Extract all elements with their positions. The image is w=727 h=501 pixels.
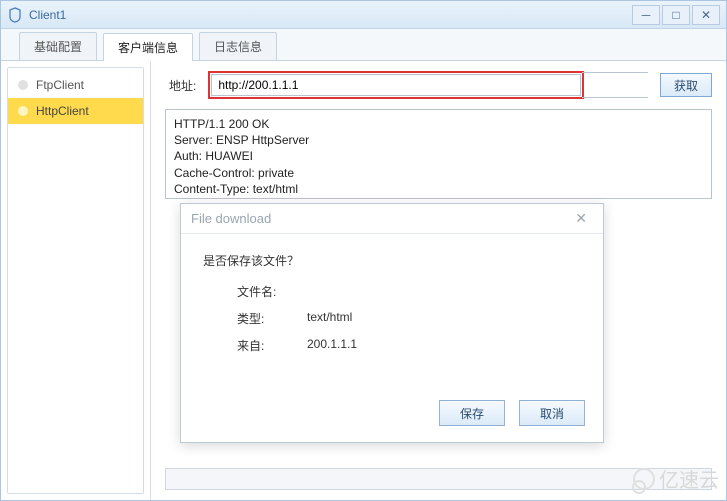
response-line: Auth: HUAWEI bbox=[174, 148, 703, 164]
cancel-button[interactable]: 取消 bbox=[519, 400, 585, 426]
dialog-title: File download bbox=[191, 211, 271, 226]
dialog-button-row: 保存 取消 bbox=[181, 400, 603, 442]
tab-basic-config[interactable]: 基础配置 bbox=[19, 32, 97, 60]
filename-label: 文件名: bbox=[237, 283, 307, 300]
minimize-button[interactable]: ─ bbox=[632, 5, 660, 25]
dialog-row-filename: 文件名: bbox=[203, 283, 581, 300]
http-response-box: HTTP/1.1 200 OK Server: ENSP HttpServer … bbox=[165, 109, 712, 199]
from-value: 200.1.1.1 bbox=[307, 337, 357, 354]
sidebar: FtpClient HttpClient bbox=[1, 61, 151, 500]
address-row: 地址: 获取 bbox=[165, 71, 712, 99]
dialog-question: 是否保存该文件？ bbox=[203, 252, 581, 269]
sidebar-item-ftpclient[interactable]: FtpClient bbox=[8, 72, 143, 98]
dialog-close-icon[interactable]: ✕ bbox=[569, 208, 593, 229]
titlebar: Client1 ─ □ ✕ bbox=[1, 1, 726, 29]
close-button[interactable]: ✕ bbox=[692, 5, 720, 25]
address-highlight bbox=[208, 71, 584, 99]
response-line: HTTP/1.1 200 OK bbox=[174, 116, 703, 132]
window-title: Client1 bbox=[29, 8, 630, 22]
response-line: Content-Type: text/html bbox=[174, 181, 703, 197]
maximize-button[interactable]: □ bbox=[662, 5, 690, 25]
from-label: 来自: bbox=[237, 337, 307, 354]
response-line: Content-Length: 179 bbox=[174, 197, 703, 199]
sidebar-item-label: FtpClient bbox=[36, 78, 84, 92]
response-line: Cache-Control: private bbox=[174, 165, 703, 181]
type-label: 类型: bbox=[237, 310, 307, 327]
address-label: 地址: bbox=[165, 77, 196, 94]
dialog-body: 是否保存该文件？ 文件名: 类型: text/html 来自: 200.1.1.… bbox=[181, 234, 603, 400]
dialog-row-type: 类型: text/html bbox=[203, 310, 581, 327]
sidebar-item-httpclient[interactable]: HttpClient bbox=[8, 98, 143, 124]
tab-log-info[interactable]: 日志信息 bbox=[199, 32, 277, 60]
sidebar-box: FtpClient HttpClient bbox=[7, 67, 144, 494]
status-bar bbox=[165, 468, 712, 490]
app-icon bbox=[7, 7, 23, 23]
url-input[interactable] bbox=[211, 74, 581, 96]
tab-client-info[interactable]: 客户端信息 bbox=[103, 33, 193, 61]
tabs-bar: 基础配置 客户端信息 日志信息 bbox=[1, 29, 726, 61]
type-value: text/html bbox=[307, 310, 352, 327]
app-window: Client1 ─ □ ✕ 基础配置 客户端信息 日志信息 FtpClient … bbox=[0, 0, 727, 501]
save-button[interactable]: 保存 bbox=[439, 400, 505, 426]
dialog-row-from: 来自: 200.1.1.1 bbox=[203, 337, 581, 354]
sidebar-item-label: HttpClient bbox=[36, 104, 89, 118]
status-dot-icon bbox=[18, 106, 28, 116]
response-line: Server: ENSP HttpServer bbox=[174, 132, 703, 148]
dialog-titlebar: File download ✕ bbox=[181, 204, 603, 234]
status-dot-icon bbox=[18, 80, 28, 90]
address-trail bbox=[582, 72, 648, 98]
fetch-button[interactable]: 获取 bbox=[660, 73, 712, 97]
file-download-dialog: File download ✕ 是否保存该文件？ 文件名: 类型: text/h… bbox=[180, 203, 604, 443]
